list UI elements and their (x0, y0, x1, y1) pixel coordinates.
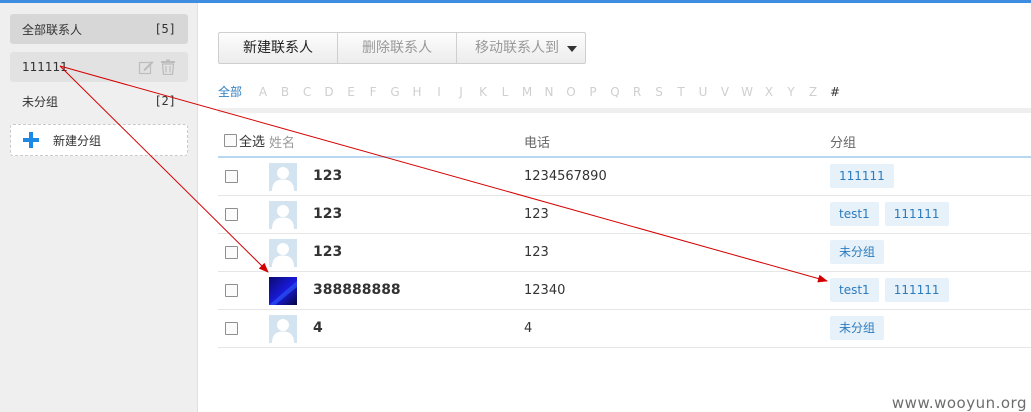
contact-phone: 123 (524, 245, 549, 260)
group-tags: test1 111111 (830, 202, 949, 226)
alpha-letter-t[interactable]: T (670, 85, 692, 99)
move-contact-dropdown[interactable]: 移动联系人到 (457, 33, 585, 63)
group-tag[interactable]: test1 (830, 278, 879, 302)
alpha-hash-link[interactable]: # (824, 85, 846, 99)
group-tags: 111111 (830, 164, 894, 188)
column-header-group: 分组 (830, 136, 857, 151)
plus-icon (23, 132, 39, 148)
row-checkbox[interactable] (225, 284, 238, 297)
alpha-letter-o[interactable]: O (560, 85, 582, 99)
avatar[interactable] (269, 315, 297, 343)
toolbar: 新建联系人 删除联系人 移动联系人到 (218, 32, 586, 64)
contact-phone: 4 (524, 321, 533, 336)
alpha-letter-e[interactable]: E (340, 85, 362, 99)
alpha-letter-n[interactable]: N (538, 85, 560, 99)
contact-name[interactable]: 123 (313, 206, 342, 222)
group-tag[interactable]: 111111 (884, 202, 949, 226)
select-all[interactable]: 全选 (224, 131, 265, 150)
alphabet-filter: 全部 ABCDEFGHIJKLMNOPQRSTUVWXYZ # (218, 83, 846, 100)
alpha-letter-y[interactable]: Y (780, 85, 802, 99)
group-label: 未分组 (22, 94, 59, 109)
row-checkbox[interactable] (225, 246, 238, 259)
edit-icon[interactable] (138, 59, 154, 75)
group-label: 全部联系人 (22, 22, 83, 37)
avatar[interactable] (269, 277, 297, 305)
group-all-contacts[interactable]: 全部联系人 [5] (10, 14, 188, 44)
move-contact-label: 移动联系人到 (475, 40, 559, 56)
alpha-all-link[interactable]: 全部 (218, 83, 242, 100)
group-tags: 未分组 (830, 240, 885, 264)
group-tags: 未分组 (830, 316, 885, 340)
table-header: 全选 姓名 电话 分组 (218, 121, 1031, 158)
sidebar: 全部联系人 [5] 111111 未分组 [2] 新建分组 (0, 3, 198, 412)
alpha-letter-m[interactable]: M (516, 85, 538, 99)
alpha-letter-d[interactable]: D (318, 85, 340, 99)
alpha-letter-q[interactable]: Q (604, 85, 626, 99)
alpha-letter-a[interactable]: A (252, 85, 274, 99)
row-checkbox[interactable] (225, 170, 238, 183)
contact-name[interactable]: 388888888 (313, 282, 401, 298)
watermark: www.wooyun.org (891, 394, 1027, 412)
row-checkbox[interactable] (225, 208, 238, 221)
alpha-letter-g[interactable]: G (384, 85, 406, 99)
contact-phone: 12340 (524, 283, 566, 298)
table-row[interactable]: 388888888 12340 test1 111111 (218, 272, 1031, 310)
group-tags: test1 111111 (830, 278, 949, 302)
select-all-checkbox[interactable] (224, 134, 237, 147)
table-row[interactable]: 123 123 test1 111111 (218, 196, 1031, 234)
new-group-label: 新建分组 (53, 133, 102, 148)
group-actions (138, 59, 176, 75)
group-tag[interactable]: 111111 (830, 164, 894, 188)
alpha-letter-j[interactable]: J (450, 85, 472, 99)
group-tag[interactable]: 未分组 (830, 316, 885, 340)
group-tag[interactable]: 111111 (884, 278, 949, 302)
group-count: [2] (154, 94, 176, 108)
table-row[interactable]: 4 4 未分组 (218, 310, 1031, 348)
alpha-letter-v[interactable]: V (714, 85, 736, 99)
select-all-label: 全选 (239, 135, 266, 150)
table-row[interactable]: 123 123 未分组 (218, 234, 1031, 272)
trash-icon[interactable] (160, 59, 176, 75)
avatar[interactable] (269, 239, 297, 267)
alpha-letter-i[interactable]: I (428, 85, 450, 99)
caret-down-icon (567, 33, 577, 63)
avatar[interactable] (269, 163, 297, 191)
table-row[interactable]: 123 1234567890 111111 (218, 158, 1031, 196)
new-contact-button[interactable]: 新建联系人 (219, 33, 338, 63)
alpha-letter-r[interactable]: R (626, 85, 648, 99)
group-label: 111111 (22, 60, 68, 74)
alpha-letter-z[interactable]: Z (802, 85, 824, 99)
column-header-name: 姓名 (269, 136, 296, 151)
contact-name[interactable]: 123 (313, 244, 342, 260)
alpha-letter-w[interactable]: W (736, 85, 758, 99)
new-group-button[interactable]: 新建分组 (10, 124, 188, 156)
alpha-letter-p[interactable]: P (582, 85, 604, 99)
alpha-letter-x[interactable]: X (758, 85, 780, 99)
divider (218, 108, 1031, 113)
group-ungrouped[interactable]: 未分组 [2] (10, 86, 188, 116)
alpha-letter-k[interactable]: K (472, 85, 494, 99)
contact-phone: 123 (524, 207, 549, 222)
alpha-letter-c[interactable]: C (296, 85, 318, 99)
contact-phone: 1234567890 (524, 169, 607, 184)
group-tag[interactable]: 未分组 (830, 240, 885, 264)
alpha-letter-f[interactable]: F (362, 85, 384, 99)
group-tag[interactable]: test1 (830, 202, 879, 226)
delete-contact-button[interactable]: 删除联系人 (338, 33, 457, 63)
alpha-letter-s[interactable]: S (648, 85, 670, 99)
alpha-letter-u[interactable]: U (692, 85, 714, 99)
alpha-letter-h[interactable]: H (406, 85, 428, 99)
contact-name[interactable]: 4 (313, 320, 323, 336)
contact-name[interactable]: 123 (313, 168, 342, 184)
group-111111[interactable]: 111111 (10, 52, 188, 82)
alpha-letter-b[interactable]: B (274, 85, 296, 99)
column-header-phone: 电话 (524, 136, 551, 151)
alpha-letter-l[interactable]: L (494, 85, 516, 99)
avatar[interactable] (269, 201, 297, 229)
group-count: [5] (154, 22, 176, 36)
row-checkbox[interactable] (225, 322, 238, 335)
